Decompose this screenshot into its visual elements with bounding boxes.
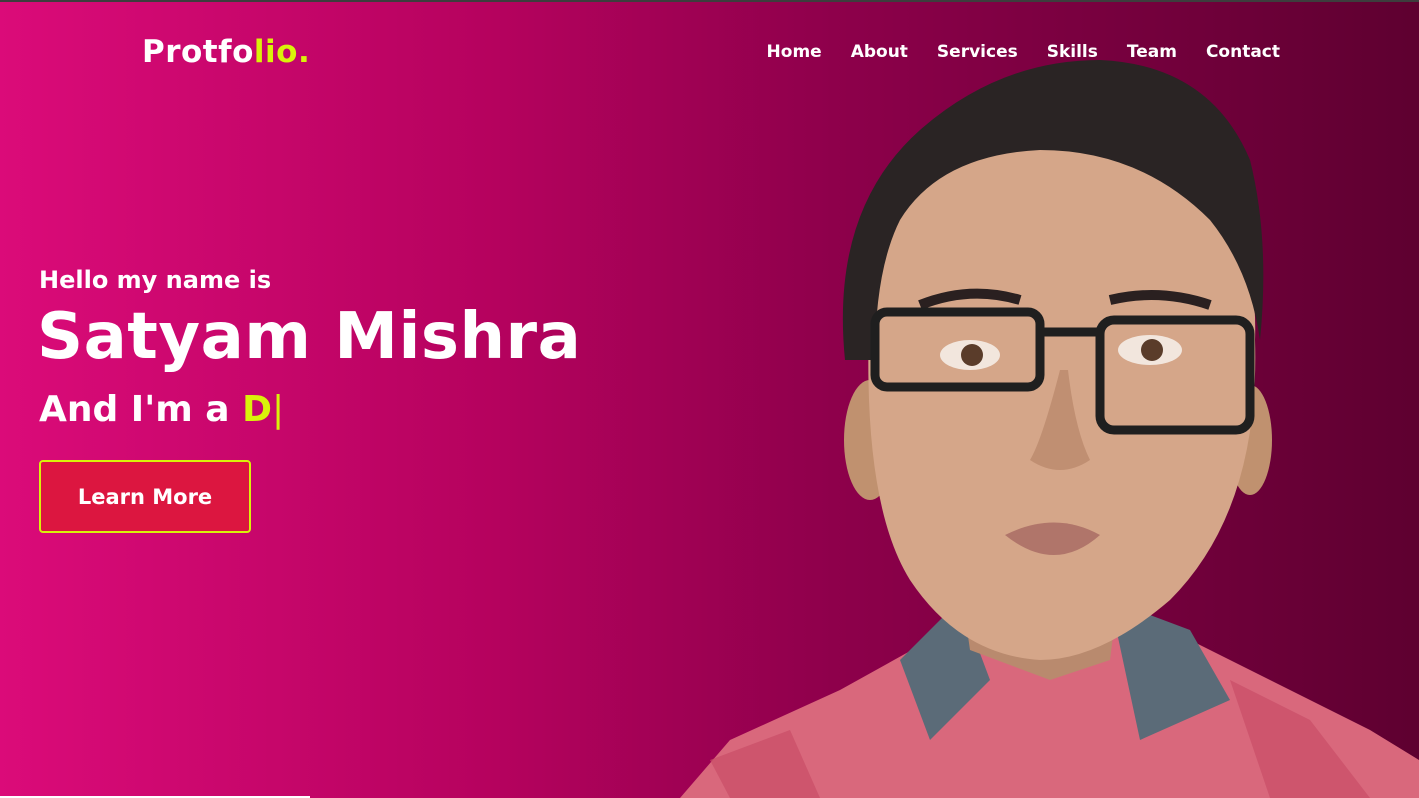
role-typed-text: D [242, 389, 272, 430]
hero-greeting: Hello my name is [39, 266, 272, 294]
typing-cursor: | [271, 389, 285, 430]
site-logo[interactable]: Protfolio. [142, 34, 310, 70]
role-prefix: And I'm a [39, 389, 243, 430]
learn-more-button[interactable]: Learn More [39, 460, 251, 533]
hero-name: Satyam Mishra [37, 300, 582, 374]
hero-section: Protfolio. Home About Services Skills Te… [0, 0, 1419, 798]
logo-main-text: Protfo [142, 34, 254, 70]
top-border [0, 0, 1419, 2]
logo-accent-text: lio. [253, 34, 311, 70]
portrait-image [680, 60, 1419, 798]
hero-role: And I'm a D| [39, 389, 284, 430]
